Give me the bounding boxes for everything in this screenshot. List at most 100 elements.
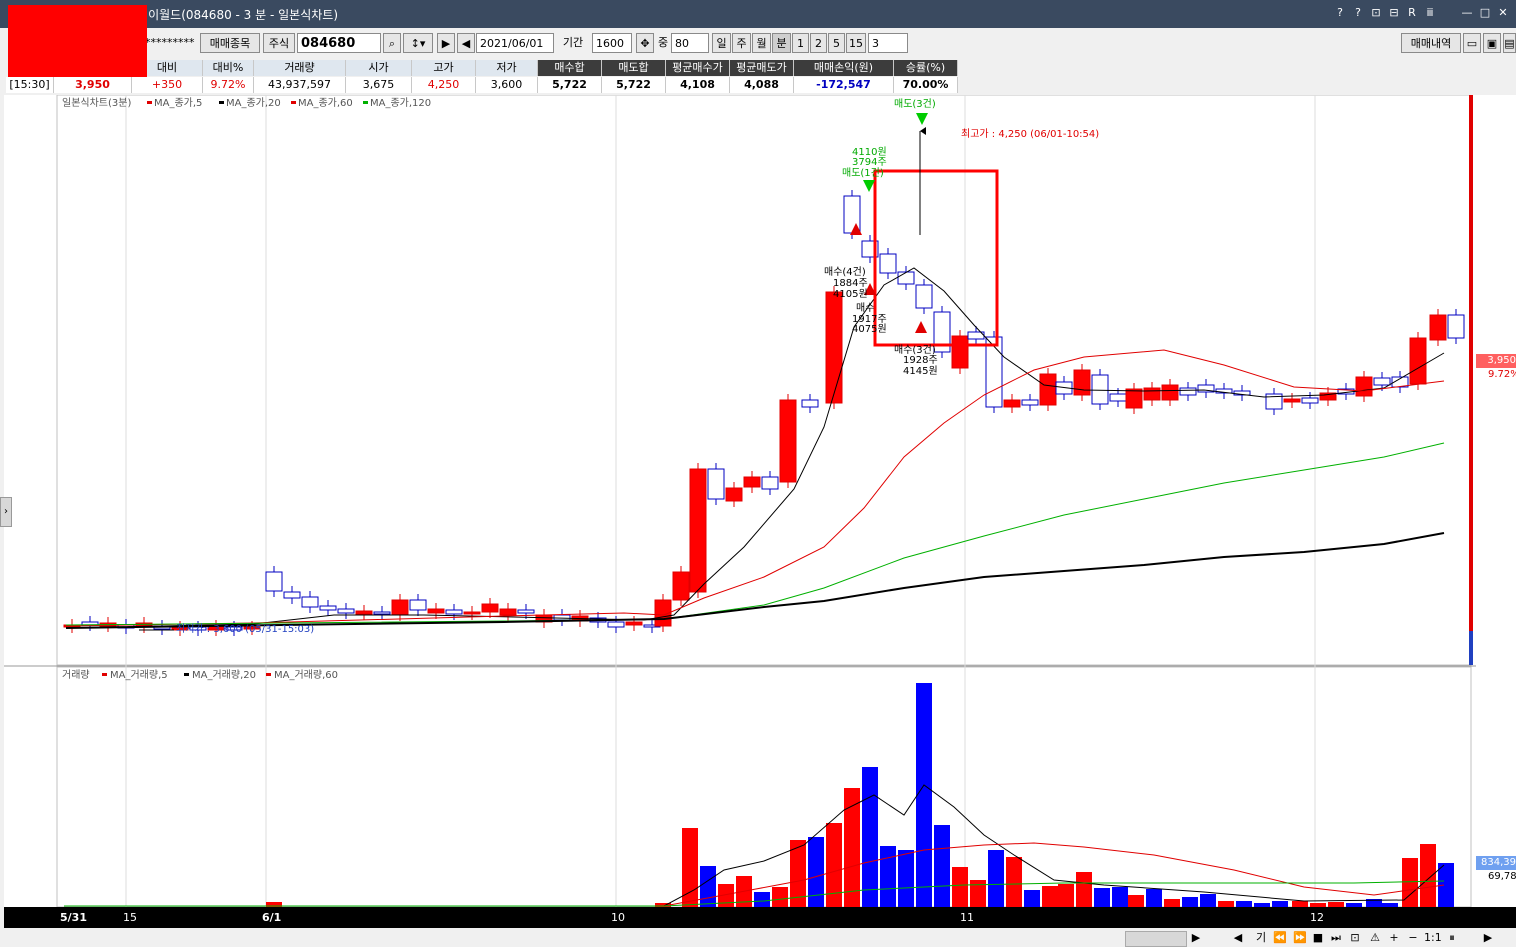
tf-2[interactable]: 2: [810, 33, 827, 53]
prev-icon[interactable]: ◀: [457, 33, 475, 53]
scroll-btn-10[interactable]: −: [1405, 930, 1421, 946]
sell-annotation: 매도(3건): [894, 98, 936, 110]
volume-bar: [1128, 895, 1144, 907]
scroll-btn-3[interactable]: ⏪: [1272, 930, 1288, 946]
save-icon[interactable]: ▣: [1483, 33, 1501, 53]
volma5-line: [64, 784, 1445, 907]
history-button[interactable]: 매매내역: [1401, 33, 1461, 53]
layout-icon[interactable]: ⊟: [1387, 5, 1401, 21]
volume-legend-item: MA_거래량,5: [110, 669, 168, 681]
tf-1[interactable]: 1: [792, 33, 809, 53]
annotation-d3: 4145원: [903, 365, 938, 377]
market-select[interactable]: 주식: [263, 33, 295, 53]
candle: [801, 399, 819, 408]
candle: [825, 291, 843, 404]
volume-bar: [700, 866, 716, 907]
toolbar: ********* 매매종목 주식 084680 ⌕ ↕▾ ▶ ◀ 2021/0…: [0, 30, 1516, 58]
candle: [481, 603, 499, 613]
candle: [707, 468, 725, 500]
scroll-btn-5[interactable]: ■: [1310, 930, 1326, 946]
quote-time: [15:30]: [6, 77, 54, 93]
mid-input[interactable]: 80: [671, 33, 709, 53]
volume-bar: [898, 850, 914, 907]
col-value-4: 4,250: [412, 77, 476, 93]
folder-icon[interactable]: ▭: [1463, 33, 1481, 53]
candle: [879, 253, 897, 274]
pin-icon[interactable]: ?: [1333, 5, 1347, 21]
title-bar: [7450]매매복기차트 - 이월드(084680 - 3 분 - 일본식차트)…: [0, 0, 1516, 28]
legend-swatch: [291, 101, 296, 104]
chart-area[interactable]: 일본식차트(3분) MA_종가,5 MA_종가,20 MA_종가,60 MA_종가,12…: [4, 95, 1476, 907]
refresh-icon[interactable]: R: [1405, 5, 1419, 21]
col-header-2: 거래량: [254, 60, 346, 76]
scroll-btn-1[interactable]: ▶: [1188, 930, 1204, 946]
scroll-btn-0[interactable]: ◀: [1230, 930, 1246, 946]
period-input[interactable]: 1600: [592, 33, 632, 53]
volume-legend-item: MA_거래량,20: [192, 669, 256, 681]
trade-items-button[interactable]: 매매종목: [200, 33, 260, 53]
volume-tag: 834,39: [1476, 856, 1516, 870]
quote-info-table: [15:30] 3,950 대비 +350 대비% 9.72% 거래량 43,937,59…: [6, 60, 1516, 94]
price-legend-title: 일본식차트(3분): [62, 97, 131, 109]
search-icon[interactable]: ⌕: [383, 33, 401, 53]
minimize-icon[interactable]: —: [1460, 5, 1474, 21]
candle: [1091, 374, 1109, 405]
scroll-btn-7[interactable]: ⊡: [1347, 930, 1363, 946]
scroll-controls: ◀ ▶ 기 ⏪ ⏩ ■ ⏭ ⊡ ⚠ + −1:1 ⏸ ▶: [0, 929, 1516, 947]
tf-5[interactable]: 5: [828, 33, 845, 53]
price-scale: 3,950 9.72% 834,39 69,78: [1476, 95, 1516, 907]
volume-bar: [1006, 857, 1022, 907]
print-icon[interactable]: ▤: [1503, 33, 1516, 53]
tf-15[interactable]: 15: [846, 33, 866, 53]
side-expand-button[interactable]: ›: [0, 497, 12, 527]
price-legend-item: MA_종가,60: [298, 97, 353, 109]
volume-bar: [754, 892, 770, 907]
scroll-thumb[interactable]: [1125, 931, 1187, 947]
help-icon[interactable]: ?: [1351, 5, 1365, 21]
tf-week[interactable]: 주: [732, 33, 751, 53]
candlestick-chart-svg[interactable]: 일본식차트(3분) MA_종가,5 MA_종가,20 MA_종가,60 MA_종가,12…: [4, 95, 1476, 907]
code-input[interactable]: 084680: [297, 33, 381, 53]
col-value-11: 70.00%: [894, 77, 958, 93]
close-icon[interactable]: ✕: [1496, 5, 1510, 21]
candle: [1073, 369, 1091, 396]
col-header-1: 대비%: [203, 60, 254, 76]
next-icon[interactable]: ▶: [437, 33, 455, 53]
col-value-7: 5,722: [602, 77, 666, 93]
price-legend-item: MA_종가,5: [154, 97, 202, 109]
candle: [625, 621, 643, 626]
scroll-btn-9[interactable]: +: [1386, 930, 1402, 946]
candle: [463, 611, 481, 615]
volume-bar: [772, 887, 788, 907]
candle: [985, 336, 1003, 408]
minute-select[interactable]: 3: [868, 33, 908, 53]
maximize-icon[interactable]: □: [1478, 5, 1492, 21]
scroll-btn-6[interactable]: ⏭: [1328, 930, 1344, 946]
tf-month[interactable]: 월: [752, 33, 771, 53]
price-legend-item: MA_종가,20: [226, 97, 281, 109]
tf-minute[interactable]: 분: [772, 33, 791, 53]
move-icon[interactable]: ✥: [636, 33, 654, 53]
scroll-btn-4[interactable]: ⏩: [1292, 930, 1308, 946]
volume-bar: [1146, 889, 1162, 907]
scroll-btn-8[interactable]: ⚠: [1367, 930, 1383, 946]
tf-day[interactable]: 일: [712, 33, 731, 53]
scroll-btn-12[interactable]: ⏸: [1444, 930, 1460, 946]
date-input[interactable]: 2021/06/01: [476, 33, 554, 53]
scroll-btn-2[interactable]: 기: [1253, 930, 1269, 946]
sort-icon[interactable]: ↕▾: [403, 33, 433, 53]
volume-bar: [1420, 844, 1436, 907]
link-icon[interactable]: ⊡: [1369, 5, 1383, 21]
col-header-4: 고가: [412, 60, 476, 76]
candle: [445, 609, 463, 615]
annotation-a2: 3794주: [852, 157, 887, 168]
grid-icon[interactable]: ⅲ: [1423, 5, 1437, 21]
scroll-btn-11[interactable]: 1:1: [1424, 930, 1442, 946]
candle: [355, 610, 373, 615]
legend-swatch: [102, 673, 107, 676]
account-mask: *********: [145, 36, 195, 49]
volume-bar: [1024, 890, 1040, 907]
candle: [265, 571, 283, 592]
candle: [1301, 397, 1319, 404]
scroll-btn-13[interactable]: ▶: [1480, 930, 1496, 946]
